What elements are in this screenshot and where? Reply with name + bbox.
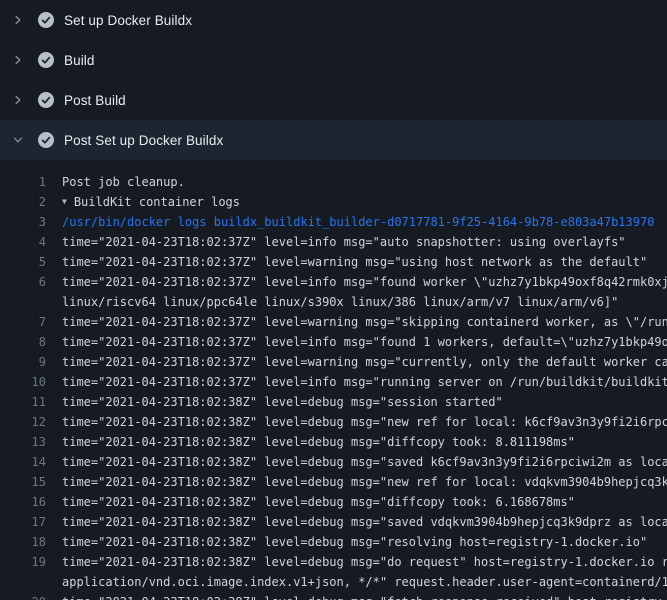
line-number[interactable]: 5 — [0, 252, 46, 272]
log-line: 4time="2021-04-23T18:02:37Z" level=info … — [0, 232, 667, 252]
step-label: Build — [64, 53, 95, 68]
log-line: 19time="2021-04-23T18:02:38Z" level=debu… — [0, 552, 667, 572]
check-circle-icon — [38, 132, 54, 148]
log-line: 7time="2021-04-23T18:02:37Z" level=warni… — [0, 312, 667, 332]
log-line: 2 ▼ BuildKit container logs — [0, 192, 667, 212]
triangle-down-icon: ▼ — [62, 192, 67, 212]
log-lines: 1Post job cleanup.2 ▼ BuildKit container l… — [0, 160, 667, 600]
log-group-toggle[interactable]: ▼ BuildKit container logs — [46, 192, 240, 212]
check-circle-icon — [38, 92, 54, 108]
log-line: 14time="2021-04-23T18:02:38Z" level=debu… — [0, 452, 667, 472]
log-line: 16time="2021-04-23T18:02:38Z" level=debu… — [0, 492, 667, 512]
log-line: 12time="2021-04-23T18:02:38Z" level=debu… — [0, 412, 667, 432]
log-line: 9time="2021-04-23T18:02:37Z" level=warni… — [0, 352, 667, 372]
line-number[interactable]: 16 — [0, 492, 46, 512]
check-circle-icon — [38, 52, 54, 68]
line-number[interactable]: 15 — [0, 472, 46, 492]
line-number[interactable] — [0, 292, 46, 312]
step-header-build[interactable]: Build — [0, 40, 667, 80]
actions-log-viewer: Set up Docker Buildx Build Post Build Post … — [0, 0, 667, 600]
line-number[interactable]: 9 — [0, 352, 46, 372]
log-text: time="2021-04-23T18:02:38Z" level=debug … — [46, 512, 667, 532]
log-text: linux/riscv64 linux/ppc64le linux/s390x … — [46, 292, 618, 312]
log-text: application/vnd.oci.image.index.v1+json,… — [46, 572, 667, 592]
line-number[interactable]: 19 — [0, 552, 46, 572]
log-text: time="2021-04-23T18:02:37Z" level=warnin… — [46, 252, 647, 272]
line-number[interactable]: 14 — [0, 452, 46, 472]
line-number[interactable] — [0, 572, 46, 592]
log-line: 17time="2021-04-23T18:02:38Z" level=debu… — [0, 512, 667, 532]
log-line: 10time="2021-04-23T18:02:37Z" level=info… — [0, 372, 667, 392]
steps-list: Set up Docker Buildx Build Post Build Post … — [0, 0, 667, 160]
chevron-down-icon — [12, 133, 30, 147]
step-label: Post Build — [64, 93, 126, 108]
log-line-continuation: linux/riscv64 linux/ppc64le linux/s390x … — [0, 292, 667, 312]
log-text: time="2021-04-23T18:02:37Z" level=warnin… — [46, 312, 667, 332]
log-text: Post job cleanup. — [46, 172, 185, 192]
step-header-post-set-up-docker-buildx[interactable]: Post Set up Docker Buildx — [0, 120, 667, 160]
check-circle-icon — [38, 12, 54, 28]
line-number[interactable]: 4 — [0, 232, 46, 252]
log-line: 18time="2021-04-23T18:02:38Z" level=debu… — [0, 532, 667, 552]
log-text: time="2021-04-23T18:02:38Z" level=debug … — [46, 552, 667, 572]
line-number[interactable]: 13 — [0, 432, 46, 452]
log-line: 5time="2021-04-23T18:02:37Z" level=warni… — [0, 252, 667, 272]
log-line: 6time="2021-04-23T18:02:37Z" level=info … — [0, 272, 667, 292]
log-text: time="2021-04-23T18:02:37Z" level=info m… — [46, 372, 667, 392]
step-header-set-up-docker-buildx[interactable]: Set up Docker Buildx — [0, 0, 667, 40]
line-number[interactable]: 17 — [0, 512, 46, 532]
log-text: time="2021-04-23T18:02:38Z" level=debug … — [46, 392, 503, 412]
line-number[interactable]: 8 — [0, 332, 46, 352]
log-text: time="2021-04-23T18:02:38Z" level=debug … — [46, 432, 575, 452]
step-label: Set up Docker Buildx — [64, 13, 192, 28]
log-text: time="2021-04-23T18:02:38Z" level=debug … — [46, 472, 667, 492]
log-text: time="2021-04-23T18:02:38Z" level=debug … — [46, 412, 667, 432]
line-number[interactable]: 20 — [0, 592, 46, 600]
log-text: time="2021-04-23T18:02:37Z" level=info m… — [46, 332, 667, 352]
line-number[interactable]: 7 — [0, 312, 46, 332]
log-line: 1Post job cleanup. — [0, 172, 667, 192]
chevron-right-icon — [12, 13, 30, 27]
step-header-post-build[interactable]: Post Build — [0, 80, 667, 120]
log-line: 15time="2021-04-23T18:02:38Z" level=debu… — [0, 472, 667, 492]
log-line: 13time="2021-04-23T18:02:38Z" level=debu… — [0, 432, 667, 452]
log-line-continuation: application/vnd.oci.image.index.v1+json,… — [0, 572, 667, 592]
step-label: Post Set up Docker Buildx — [64, 133, 223, 148]
log-line: 11time="2021-04-23T18:02:38Z" level=debu… — [0, 392, 667, 412]
chevron-right-icon — [12, 53, 30, 67]
log-line: 8time="2021-04-23T18:02:37Z" level=info … — [0, 332, 667, 352]
log-text: time="2021-04-23T18:02:38Z" level=debug … — [46, 592, 667, 600]
line-number[interactable]: 1 — [0, 172, 46, 192]
log-text: time="2021-04-23T18:02:38Z" level=debug … — [46, 452, 667, 472]
line-number[interactable]: 3 — [0, 212, 46, 232]
line-number[interactable]: 11 — [0, 392, 46, 412]
log-text: time="2021-04-23T18:02:38Z" level=debug … — [46, 492, 575, 512]
line-number[interactable]: 6 — [0, 272, 46, 292]
line-number[interactable]: 18 — [0, 532, 46, 552]
line-number[interactable]: 10 — [0, 372, 46, 392]
log-command-text: /usr/bin/docker logs buildx_buildkit_bui… — [46, 212, 654, 232]
log-line: 3/usr/bin/docker logs buildx_buildkit_bu… — [0, 212, 667, 232]
chevron-right-icon — [12, 93, 30, 107]
log-text: time="2021-04-23T18:02:37Z" level=info m… — [46, 232, 626, 252]
log-line: 20time="2021-04-23T18:02:38Z" level=debu… — [0, 592, 667, 600]
log-text: time="2021-04-23T18:02:37Z" level=info m… — [46, 272, 667, 292]
log-text: time="2021-04-23T18:02:37Z" level=warnin… — [46, 352, 667, 372]
log-group-title: BuildKit container logs — [74, 195, 240, 209]
line-number[interactable]: 12 — [0, 412, 46, 432]
log-text: time="2021-04-23T18:02:38Z" level=debug … — [46, 532, 647, 552]
line-number[interactable]: 2 — [0, 192, 46, 212]
